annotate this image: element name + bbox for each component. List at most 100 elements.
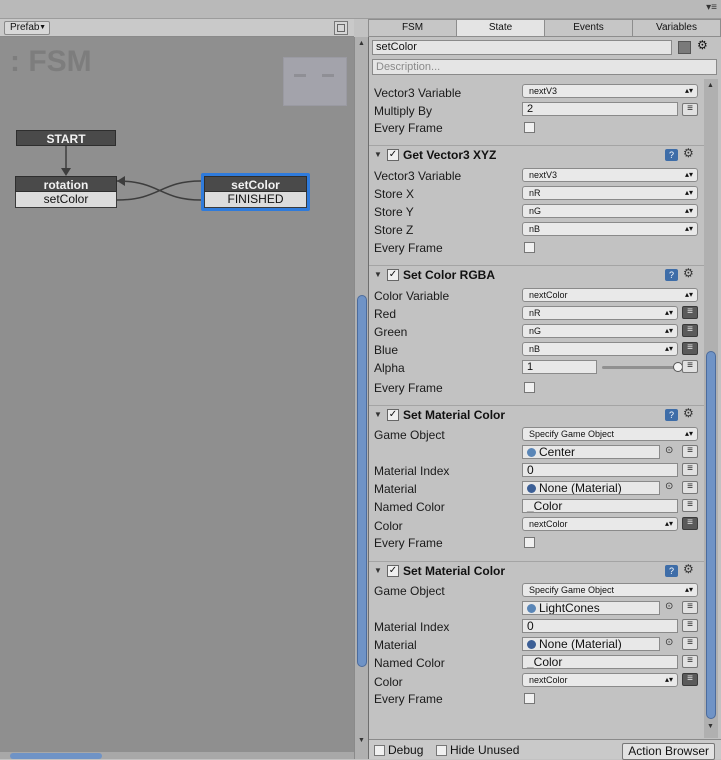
material-field[interactable]: None (Material) [522,637,660,651]
action-header[interactable]: ▼ ✓ Get Vector3 XYZ ? ⚙ [369,145,704,165]
gear-icon[interactable]: ⚙ [683,562,694,576]
foldout-icon[interactable]: ▼ [374,270,382,279]
variable-toggle-button[interactable]: ≡ [682,499,698,512]
foldout-icon[interactable]: ▼ [374,566,382,575]
gear-icon[interactable]: ⚙ [683,406,694,420]
variable-toggle-button[interactable]: ≡ [682,463,698,476]
tab-state[interactable]: State [456,19,544,37]
node-rotation[interactable]: rotation setColor [15,176,117,208]
red-dropdown[interactable]: nR ▴▾ [522,306,678,320]
color-dropdown[interactable]: nextColor ▴▾ [522,517,678,531]
variable-toggle-button[interactable]: ≡ [682,324,698,337]
scroll-up-icon[interactable]: ▲ [707,82,714,89]
vector3-variable-dropdown[interactable]: nextV3 ▴▾ [522,168,698,182]
inspector-vertical-scrollbar[interactable]: ▲ ▼ [704,79,718,738]
game-object-dropdown[interactable]: Specify Game Object ▴▾ [522,583,698,597]
help-book-icon[interactable]: ? [665,269,678,281]
material-index-input[interactable]: 0 [522,619,678,633]
debug-checkbox[interactable] [374,745,385,756]
material-field[interactable]: None (Material) [522,481,660,495]
store-z-dropdown[interactable]: nB ▴▾ [522,222,698,236]
node-start[interactable]: START [16,130,116,146]
store-x-dropdown[interactable]: nR ▴▾ [522,186,698,200]
every-frame-checkbox[interactable] [524,382,535,393]
foldout-icon[interactable]: ▼ [374,410,382,419]
store-y-dropdown[interactable]: nG ▴▾ [522,204,698,218]
graph-minimap[interactable] [283,57,347,106]
object-picker-icon[interactable]: ⊙ [665,601,673,612]
gear-icon[interactable]: ⚙ [683,146,694,160]
action-enabled-checkbox[interactable]: ✓ [387,149,399,161]
vector3-variable-dropdown[interactable]: nextV3 ▴▾ [522,84,698,98]
graph-vertical-scrollbar[interactable]: ▲ ▼ [354,37,368,759]
variable-toggle-button[interactable]: ≡ [682,601,698,614]
foldout-icon[interactable]: ▼ [374,150,382,159]
inspector-scroll-thumb[interactable] [706,351,716,719]
graph-horizontal-scrollbar[interactable] [0,752,354,759]
state-color-swatch[interactable] [678,41,691,54]
alpha-slider-track[interactable] [602,366,678,369]
alpha-input[interactable]: 1 [522,360,597,374]
variable-toggle-button[interactable]: ≡ [682,619,698,632]
variable-toggle-button[interactable]: ≡ [682,517,698,530]
variable-toggle-button[interactable]: ≡ [682,360,698,373]
variable-toggle-button[interactable]: ≡ [682,445,698,458]
variable-toggle-button[interactable]: ≡ [682,637,698,650]
prefab-dropdown[interactable]: Prefab ▼ [4,21,50,35]
multiply-by-input[interactable]: 2 [522,102,678,116]
color-dropdown[interactable]: nextColor ▴▾ [522,673,678,687]
variable-toggle-button[interactable]: ≡ [682,306,698,319]
graph-scroll-thumb[interactable] [357,295,367,667]
tab-fsm[interactable]: FSM [368,19,456,37]
variable-toggle-button[interactable]: ≡ [682,103,698,116]
named-color-input[interactable]: _Color [522,499,678,513]
named-color-input[interactable]: _Color [522,655,678,669]
help-book-icon[interactable]: ? [665,149,678,161]
every-frame-checkbox[interactable] [524,537,535,548]
actions-list[interactable]: Vector3 Variable nextV3 ▴▾ Multiply By 2 … [369,79,704,738]
color-variable-dropdown[interactable]: nextColor ▴▾ [522,288,698,302]
window-menu-icon[interactable]: ▾≡ [706,2,717,13]
variable-toggle-button[interactable]: ≡ [682,673,698,686]
gear-icon[interactable]: ⚙ [697,38,708,52]
game-object-field[interactable]: LightCones [522,601,660,615]
scroll-down-icon[interactable]: ▼ [707,723,714,730]
game-object-dropdown[interactable]: Specify Game Object ▴▾ [522,427,698,441]
object-picker-icon[interactable]: ⊙ [665,481,673,492]
action-enabled-checkbox[interactable]: ✓ [387,409,399,421]
tab-events[interactable]: Events [544,19,632,37]
variable-toggle-button[interactable]: ≡ [682,481,698,494]
green-dropdown[interactable]: nG ▴▾ [522,324,678,338]
material-index-input[interactable]: 0 [522,463,678,477]
state-name-input[interactable]: setColor [372,40,672,55]
help-book-icon[interactable]: ? [665,565,678,577]
variable-toggle-button[interactable]: ≡ [682,342,698,355]
node-rotation-event[interactable]: setColor [15,192,117,208]
object-picker-icon[interactable]: ⊙ [665,445,673,456]
hide-unused-checkbox[interactable] [436,745,447,756]
variable-toggle-button[interactable]: ≡ [682,655,698,668]
graph-view-toggle-button[interactable] [334,21,348,35]
gear-icon[interactable]: ⚙ [683,266,694,280]
graph-hscroll-thumb[interactable] [10,753,102,759]
scroll-up-icon[interactable]: ▲ [358,40,365,47]
scroll-down-icon[interactable]: ▼ [358,737,365,744]
fsm-graph-canvas[interactable]: : FSM START rotation setColor setColor F… [0,19,354,759]
state-description-input[interactable]: Description... [372,59,717,75]
node-setcolor-event[interactable]: FINISHED [204,192,307,208]
action-header[interactable]: ▼ ✓ Set Material Color ? ⚙ [369,561,704,581]
action-browser-button[interactable]: Action Browser [622,743,715,760]
help-book-icon[interactable]: ? [665,409,678,421]
action-enabled-checkbox[interactable]: ✓ [387,269,399,281]
action-header[interactable]: ▼ ✓ Set Color RGBA ? ⚙ [369,265,704,285]
game-object-field[interactable]: Center [522,445,660,459]
action-header[interactable]: ▼ ✓ Set Material Color ? ⚙ [369,405,704,425]
node-setcolor-selected[interactable]: setColor FINISHED [201,173,310,211]
object-picker-icon[interactable]: ⊙ [665,637,673,648]
every-frame-checkbox[interactable] [524,242,535,253]
every-frame-checkbox[interactable] [524,122,535,133]
blue-dropdown[interactable]: nB ▴▾ [522,342,678,356]
every-frame-checkbox[interactable] [524,693,535,704]
action-enabled-checkbox[interactable]: ✓ [387,565,399,577]
tab-variables[interactable]: Variables [632,19,721,37]
